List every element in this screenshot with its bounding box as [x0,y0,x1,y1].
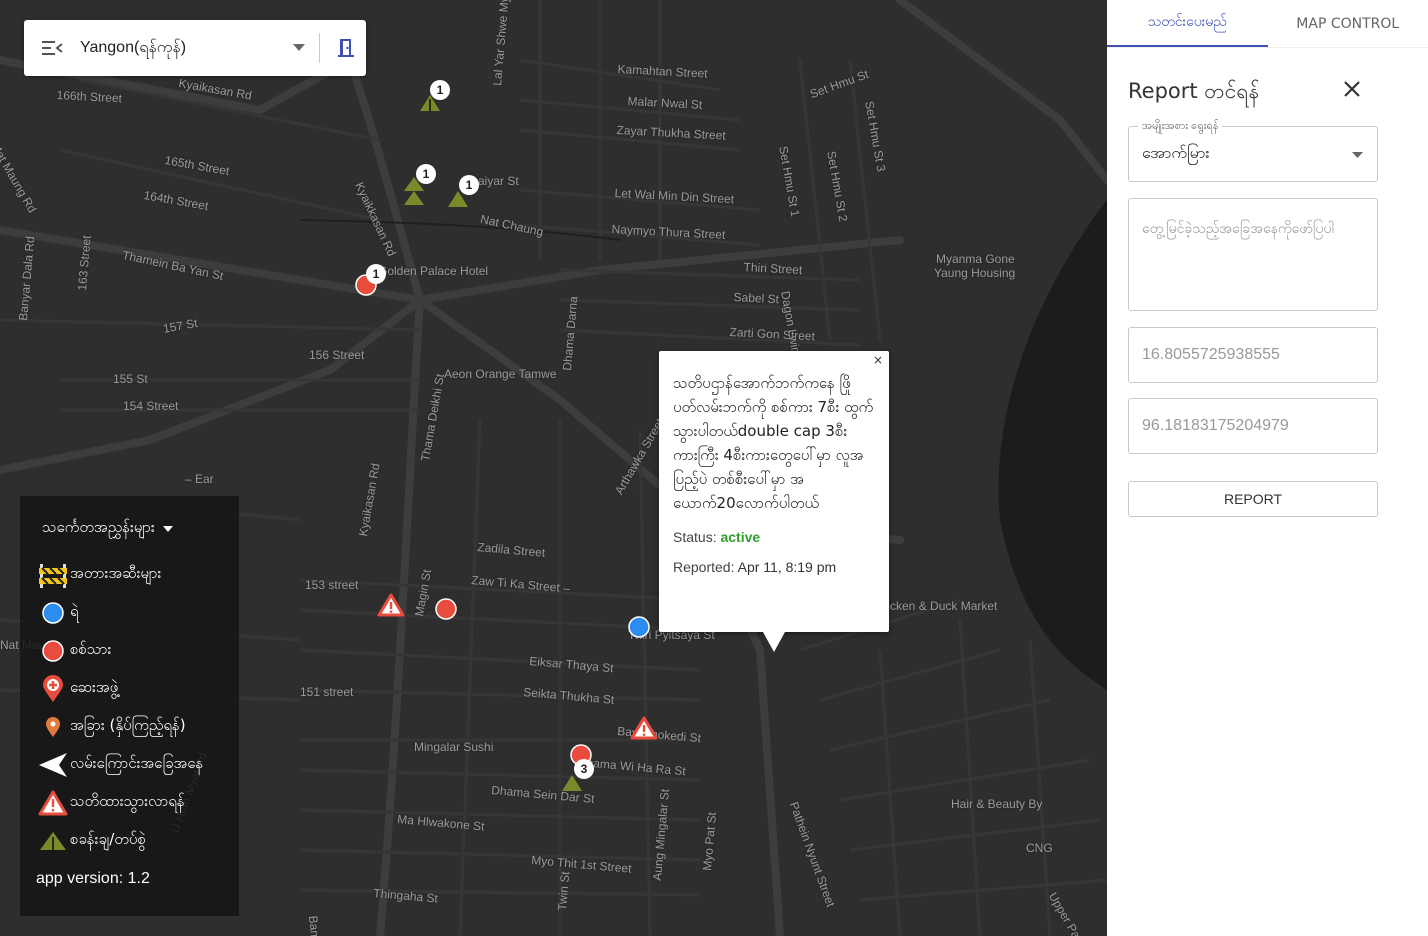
report-button[interactable]: REPORT [1128,481,1378,517]
app-version: app version: 1.2 [36,870,150,887]
panel-title: Report တင်ရန် [1128,79,1260,103]
street-label: Bani [306,915,323,936]
street-label: 156 Street [309,348,365,362]
legend-item: သတိထားသွားလာရန် [36,784,239,822]
description-textarea[interactable]: တွေ့မြင်ခဲ့သည့်အခြေအနေကိုဖော်ပြပါ [1128,198,1378,311]
street-label: Hair & Beauty By [951,797,1043,811]
latitude-field[interactable]: 16.8055725938555 [1128,327,1378,383]
tab-report[interactable]: သတင်းပေးမည် [1107,0,1268,47]
legend-item: စခန်းချ/တပ်စွဲ [36,822,239,860]
city-selector[interactable]: Yangon(ရန်ကုန်) [24,20,366,76]
street-label: Myanma Gone [936,252,1015,266]
popup-tip [763,632,785,652]
street-label: CNG [1026,841,1053,855]
panel-tabs: သတင်းပေးမည် MAP CONTROL [1107,0,1428,48]
medical-icon [36,675,70,703]
street-label: Mingalar Sushi [414,740,494,754]
street-label: 154 Street [123,399,179,413]
legend-label: စခန်းချ/တပ်စွဲ [70,830,146,848]
cluster-count-badge[interactable]: 1 [430,80,450,100]
street-label: Chicken & Duck Market [872,599,998,613]
police-icon [36,601,70,625]
legend-label: သတိထားသွားလာရန် [70,792,185,810]
street-label: Aeon Orange Tamwe [444,367,557,381]
street-label: Golden Palace Hotel [378,264,489,278]
legend-item: လမ်းကြောင်းအခြေအနေ [36,746,239,784]
chevron-down-icon[interactable] [285,44,313,52]
legend-label: အတားအဆီးများ [70,564,162,582]
roadblock-icon [36,562,70,588]
street-label: 153 street [305,578,359,592]
legend-label: ဆေးအဖွဲ့ [70,678,119,696]
legend-heading: သင်္ကေတအညွှန်းများ [42,518,155,536]
status-label: Status: [673,529,717,545]
legend-label: ရဲ [70,602,79,620]
popup-description: သတိပဌာန်အောက်ဘက်ကနေ ဖြိုပတ်လမ်းဘက်ကို စစ… [673,374,874,512]
street-label: 151 street [300,685,354,699]
map-canvas[interactable]: Kamahtan Street Malar Nwal St Zayar Thukha… [0,0,1107,936]
soldier-icon [36,639,70,663]
cluster-count-badge[interactable]: 3 [574,759,594,779]
menu-collapse-icon[interactable] [24,20,80,76]
street-label: Yaung Housing [934,266,1016,280]
legend-item: အတားအဆီးများ [36,556,239,594]
status-badge: active [720,529,761,545]
cluster-count-badge[interactable]: 1 [459,175,479,195]
exit-door-icon[interactable] [326,38,366,58]
type-select[interactable]: အမျိုးအစား ရွေးရန် အောက်မြား [1128,119,1378,182]
type-select-value: အောက်မြား [1142,145,1210,162]
reported-label: Reported: [673,559,735,575]
popup-close-button[interactable]: × [873,353,883,367]
tab-map-control[interactable]: MAP CONTROL [1268,0,1428,47]
street-label: Sabel St [733,290,780,307]
cluster-count-badge[interactable]: 1 [416,164,436,184]
legend-label: အခြား (နှိပ်ကြည့်ရန်) [70,716,186,734]
legend-toggle[interactable]: သင်္ကေတအညွှန်းများ [42,518,239,540]
side-panel: သတင်းပေးမည် MAP CONTROL Report တင်ရန် အမ… [1107,0,1428,936]
legend-label: လမ်းကြောင်းအခြေအနေ [70,754,204,772]
report-popup: × သတိပဌာန်အောက်ဘက်ကနေ ဖြိုပတ်လမ်းဘက်ကို … [659,351,889,652]
warning-icon [36,790,70,816]
popup-reported: Reported: Apr 11, 8:19 pm [673,559,875,575]
street-label: Thiri Street [743,260,803,278]
close-icon[interactable] [1343,80,1361,102]
street-label: – Ear [185,472,214,486]
other-pin-icon [36,716,70,738]
direction-arrow-icon [36,752,70,778]
legend-item: ဆေးအဖွဲ့ [36,670,239,708]
longitude-field[interactable]: 96.18183175204979 [1128,398,1378,454]
legend-panel: သင်္ကေတအညွှန်းများ အတားအဆီးများ ရဲ စစ်သာ… [20,496,239,916]
legend-item: စစ်သား [36,632,239,670]
reported-time: Apr 11, 8:19 pm [737,559,837,575]
divider [319,33,320,63]
cluster-count-badge[interactable]: 1 [366,264,386,284]
legend-label: စစ်သား [70,640,112,658]
legend-item: အခြား (နှိပ်ကြည့်ရန်) [36,708,239,746]
street-label: aiyar St [478,174,519,188]
popup-status: Status: active [673,529,875,545]
soldier-marker[interactable] [435,598,457,624]
street-label: 155 St [113,372,148,386]
warning-icon[interactable] [630,716,658,744]
camp-tent-icon [36,831,70,851]
legend-item: ရဲ [36,594,239,632]
chevron-down-icon [1352,152,1363,158]
police-marker[interactable] [628,616,650,642]
warning-icon[interactable] [377,593,405,621]
city-selector-label[interactable]: Yangon(ရန်ကုန်) [80,36,285,60]
caret-down-icon [162,526,173,532]
type-select-label: အမျိုးအစား ရွေးရန် [1138,119,1223,135]
